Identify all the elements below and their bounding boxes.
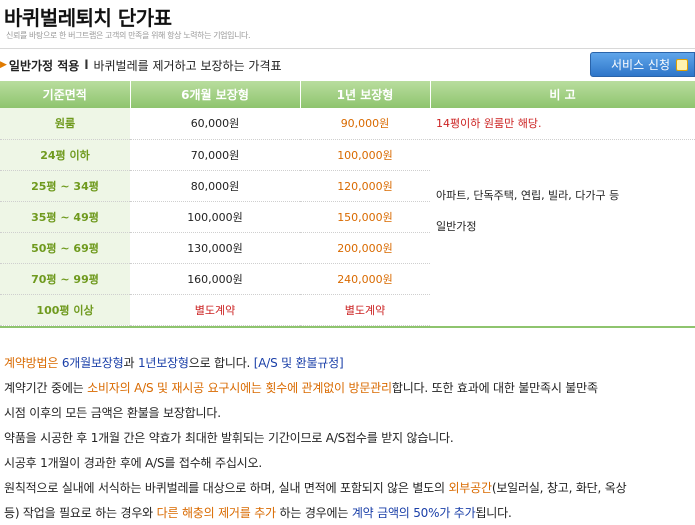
remark-home: 일반가정 — [436, 219, 477, 233]
price-table: 기준면적 6개월 보장형 1년 보장형 비 고 원룸 60,000원 90,00… — [0, 81, 695, 326]
filter-strong: 일반가정 적용 — [8, 58, 80, 73]
price-6month-cell: 130,000원 — [130, 232, 300, 264]
note-text: 으로 합니다. — [188, 356, 251, 370]
header-6month: 6개월 보장형 — [130, 81, 301, 108]
price-1year-cell: 120,000원 — [300, 170, 430, 202]
note-text: 등) 작업을 필요로 하는 경우와 — [4, 506, 154, 520]
price-1year-cell: 100,000원 — [300, 139, 430, 171]
note-line: 등) 작업을 필요로 하는 경우와 다른 해충의 제거를 추가 하는 경우에는 … — [4, 505, 694, 525]
notes-section: 계약방법은 6개월보장형과 1년보장형으로 합니다. [A/S 및 환불규정] … — [4, 355, 694, 525]
remark-types: 아파트, 단독주택, 연립, 빌라, 다가구 등 — [436, 188, 620, 202]
note-line: 시공후 1개월이 경과한 후에 A/S를 접수해 주십시오. — [4, 456, 262, 470]
filter-line: ▶ 일반가정 적용 l 바퀴벌레를 제거하고 보장하는 가격표 — [0, 57, 282, 73]
note-text: 됩니다. — [475, 506, 512, 520]
note-text: 과 — [123, 356, 135, 370]
page-subtitle: 신뢰를 바탕으로 한 버그트랩은 고객의 만족을 위해 항상 노력하는 기업입니… — [6, 31, 251, 40]
note-text: 1년보장형 — [137, 356, 189, 370]
note-line: 시점 이후의 모든 금액은 환불을 보장합니다. — [4, 406, 221, 420]
area-cell: 35평 ~ 49평 — [0, 201, 130, 233]
note-text: 합니다. 또한 효과에 대한 불만족시 불만족 — [391, 381, 598, 395]
document-icon — [676, 58, 689, 71]
table-row: 원룸 60,000원 90,000원 14평이하 원룸만 해당. — [0, 108, 695, 140]
note-text: 다른 해충의 제거를 추가 — [156, 506, 276, 520]
area-cell: 50평 ~ 69평 — [0, 232, 130, 264]
table-header-row: 기준면적 6개월 보장형 1년 보장형 비 고 — [0, 81, 695, 108]
note-line: 계약기간 중에는 소비자의 A/S 및 재시공 요구시에는 횟수에 관계없이 방… — [4, 380, 694, 405]
page-title: 바퀴벌레퇴치 단가표 — [4, 6, 172, 30]
area-cell: 25평 ~ 34평 — [0, 170, 130, 202]
table-bottom-rule — [0, 326, 695, 328]
note-line: 약품을 시공한 후 1개월 간은 약효가 최대한 발휘되는 기간이므로 A/S접… — [4, 431, 454, 445]
note-text: 외부공간 — [448, 481, 492, 495]
note-line: 계약방법은 6개월보장형과 1년보장형으로 합니다. [A/S 및 환불규정] — [4, 355, 694, 380]
filter-separator: l — [84, 58, 89, 72]
note-text: 소비자의 A/S 및 재시공 요구시에는 횟수에 관계없이 방문관리 — [87, 381, 392, 395]
table-row: 24평 이하 70,000원 100,000원 아파트, 단독주택, 연립, 빌… — [0, 139, 695, 233]
arrow-right-icon: ▶ — [0, 60, 7, 70]
filter-description: 바퀴벌레를 제거하고 보장하는 가격표 — [93, 58, 282, 73]
note-text: 계약방법은 — [4, 356, 59, 370]
note-text: 하는 경우에는 — [279, 506, 349, 520]
price-6month-cell: 60,000원 — [130, 108, 300, 140]
area-cell: 원룸 — [0, 108, 130, 140]
note-text: (보일러실, 창고, 화단, 옥상 — [491, 481, 627, 495]
area-cell: 100평 이상 — [0, 294, 130, 326]
service-request-label: 서비스 신청 — [611, 58, 671, 72]
price-6month-cell: 80,000원 — [130, 170, 300, 202]
price-6month-cell: 별도계약 — [130, 294, 300, 326]
price-1year-cell: 240,000원 — [300, 263, 430, 295]
price-6month-cell: 70,000원 — [130, 139, 300, 171]
note-text: 계약 금액의 50%가 추가 — [351, 506, 476, 520]
price-6month-cell: 160,000원 — [130, 263, 300, 295]
title-divider — [0, 48, 695, 49]
price-1year-cell: 별도계약 — [300, 294, 430, 326]
note-text: 6개월보장형 — [61, 356, 124, 370]
remark-cell: 14평이하 원룸만 해당. — [430, 108, 695, 140]
header-1year: 1년 보장형 — [300, 81, 431, 108]
note-text: 원칙적으로 실내에 서식하는 바퀴벌레를 대상으로 하며, 실내 면적에 포함되… — [4, 481, 445, 495]
header-remarks: 비 고 — [430, 81, 695, 108]
area-cell: 70평 ~ 99평 — [0, 263, 130, 295]
note-line: 원칙적으로 실내에 서식하는 바퀴벌레를 대상으로 하며, 실내 면적에 포함되… — [4, 480, 694, 505]
price-1year-cell: 200,000원 — [300, 232, 430, 264]
header-area: 기준면적 — [0, 81, 131, 108]
remark-merged-cell: 아파트, 단독주택, 연립, 빌라, 다가구 등 일반가정 — [430, 139, 695, 325]
service-request-button[interactable]: 서비스 신청 — [590, 52, 695, 77]
price-1year-cell: 90,000원 — [300, 108, 430, 140]
note-text: 계약기간 중에는 — [4, 381, 84, 395]
price-6month-cell: 100,000원 — [130, 201, 300, 233]
refund-policy-link[interactable]: [A/S 및 환불규정] — [254, 356, 344, 370]
area-cell: 24평 이하 — [0, 139, 130, 171]
price-1year-cell: 150,000원 — [300, 201, 430, 233]
